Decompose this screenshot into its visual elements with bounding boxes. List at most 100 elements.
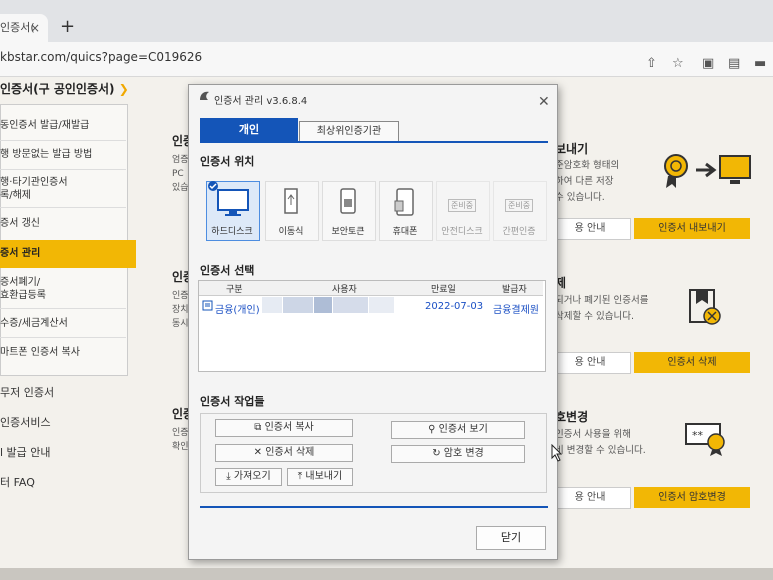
dialog-title: 인증서 관리 v3.6.8.4 [214, 96, 308, 107]
chevron-down-icon[interactable]: ❯ [115, 82, 129, 96]
divider [0, 337, 126, 338]
section-text: 인증 [172, 291, 189, 301]
usage-guide-button[interactable]: 용 안내 [549, 487, 631, 509]
magnifier-icon: ⚲ [428, 424, 439, 435]
divider [0, 207, 126, 208]
blurred-user [369, 297, 394, 313]
location-label: 하드디스크 [211, 227, 253, 237]
location-label: 보안토큰 [331, 227, 365, 237]
collections-icon[interactable]: ▤ [728, 56, 740, 71]
monitor-icon [217, 189, 249, 216]
menu-item[interactable]: 무저 인증서 [0, 384, 54, 400]
blurred-user [333, 297, 368, 313]
tab-close-icon[interactable]: × [30, 21, 40, 35]
sidebar-item[interactable]: 행 방문없는 발급 방법 [0, 148, 92, 161]
section-text: 확인 [172, 442, 189, 452]
security-token-icon [340, 188, 356, 214]
sidebar-item[interactable]: 증서폐기/ [0, 276, 40, 289]
section-text: 인증 [172, 428, 189, 438]
wallet-icon[interactable]: ▬ [754, 56, 766, 71]
sidebar-item[interactable]: 수증/세금계산서 [0, 317, 68, 330]
close-dialog-button[interactable]: 닫기 [476, 526, 546, 550]
refresh-icon: ↻ [432, 448, 444, 459]
cell-type: 금융(개인) [215, 305, 260, 316]
divider [0, 140, 126, 141]
close-icon[interactable]: ✕ [538, 94, 550, 110]
divider [0, 169, 126, 170]
section-text: 엄증 [172, 155, 189, 165]
sidebar-item[interactable]: 증서 갱신 [0, 217, 40, 230]
copy-certificate-button[interactable]: ⧉ 인증서 복사 [215, 419, 353, 437]
tab-root-ca[interactable]: 최상위인증기관 [299, 121, 399, 143]
blurred-user [283, 297, 313, 313]
share-icon[interactable]: ⇧ [646, 56, 657, 71]
section-text: 되거나 폐기된 인증서를 [555, 295, 649, 306]
page-title: 인증서(구 공인인증서) ❯ [0, 82, 129, 96]
menu-item[interactable]: l 발급 안내 [0, 444, 51, 460]
sidebar-item[interactable]: 록/해제 [0, 189, 31, 202]
selected-check-icon [208, 181, 218, 191]
sidebar-item[interactable]: 마트폰 인증서 복사 [0, 346, 80, 359]
delete-illustration-icon [689, 289, 721, 325]
delete-x-icon: ✕ [253, 447, 266, 458]
view-certificate-button[interactable]: ⚲ 인증서 보기 [391, 421, 525, 439]
sidebar-item[interactable]: 효환급등록 [0, 289, 46, 302]
section-text: 하여 다른 저장 [555, 176, 614, 187]
star-icon[interactable]: ☆ [672, 56, 684, 71]
location-label: 이동식 [278, 227, 304, 237]
import-button[interactable]: ⤓ 가져오기 [215, 468, 282, 486]
change-password-button[interactable]: 인증서 암호변경 [634, 487, 750, 508]
new-tab-button[interactable]: + [60, 16, 75, 37]
column-header: 만료일 [431, 285, 456, 295]
tab-personal[interactable]: 개인 [200, 118, 298, 141]
preparing-badge: 준비중 [448, 199, 477, 212]
location-label: 안전디스크 [441, 227, 483, 237]
usage-guide-button[interactable]: 용 안내 [549, 352, 631, 374]
section-text: 삭제할 수 있습니다. [555, 311, 634, 322]
delete-certificate-button[interactable]: ✕ 인증서 삭제 [215, 444, 353, 462]
certificate-icon [202, 300, 213, 311]
column-header: 사용자 [332, 285, 357, 295]
section-text: 수 있습니다. [555, 192, 605, 203]
menu-item[interactable]: 인증서비스 [0, 414, 51, 430]
usage-guide-button[interactable]: 용 안내 [549, 218, 631, 240]
section-text: 인증서 사용을 위해 [555, 429, 631, 440]
section-text: 동시 [172, 319, 189, 329]
sidebar-item-active[interactable]: 증서 관리 [0, 247, 40, 260]
selection-section-title: 인증서 선택 [200, 264, 255, 277]
section-text: PC [172, 169, 184, 179]
copy-icon: ⧉ [254, 422, 265, 433]
location-label: 휴대폰 [392, 227, 418, 237]
location-label: 간편인증 [502, 227, 536, 237]
export-button[interactable]: ⤒ 내보내기 [287, 468, 353, 486]
bottom-divider [200, 506, 548, 508]
app-logo-icon [200, 91, 209, 100]
url-text[interactable]: kbstar.com/quics?page=C019626 [0, 50, 202, 64]
delete-certificate-button[interactable]: 인증서 삭제 [634, 352, 750, 373]
column-header: 발급자 [502, 285, 527, 295]
cell-expiry: 2022-07-03 [425, 301, 484, 312]
column-header: 구분 [226, 285, 243, 295]
menu-item[interactable]: 터 FAQ [0, 474, 35, 490]
ops-section-title: 인증서 작업들 [200, 395, 265, 408]
tab-underline [200, 141, 548, 143]
export-certificate-button[interactable]: 인증서 내보내기 [634, 218, 750, 239]
taskbar [0, 568, 773, 580]
sidebar-item[interactable]: 행·타기관인증서 [0, 176, 68, 189]
reading-list-icon[interactable]: ▣ [702, 56, 714, 71]
preparing-badge: 준비중 [505, 199, 534, 212]
password-illustration-icon: ** [685, 423, 725, 456]
section-text: 있습 [172, 183, 189, 193]
blurred-user [262, 297, 282, 313]
blurred-user [314, 297, 332, 313]
table-header [199, 281, 543, 296]
browser-tab[interactable]: 인증서( [0, 14, 48, 42]
svg-text:**: ** [692, 429, 704, 442]
import-icon: ⤓ [226, 471, 234, 482]
sidebar-item[interactable]: 동인증서 발급/재발급 [0, 119, 89, 132]
cell-issuer: 금융결제원 [493, 305, 539, 316]
change-password-button[interactable]: ↻ 암호 변경 [391, 445, 525, 463]
usb-icon [284, 188, 298, 214]
phone-icon [394, 188, 414, 216]
section-text: 준암호화 형태의 [555, 160, 620, 171]
